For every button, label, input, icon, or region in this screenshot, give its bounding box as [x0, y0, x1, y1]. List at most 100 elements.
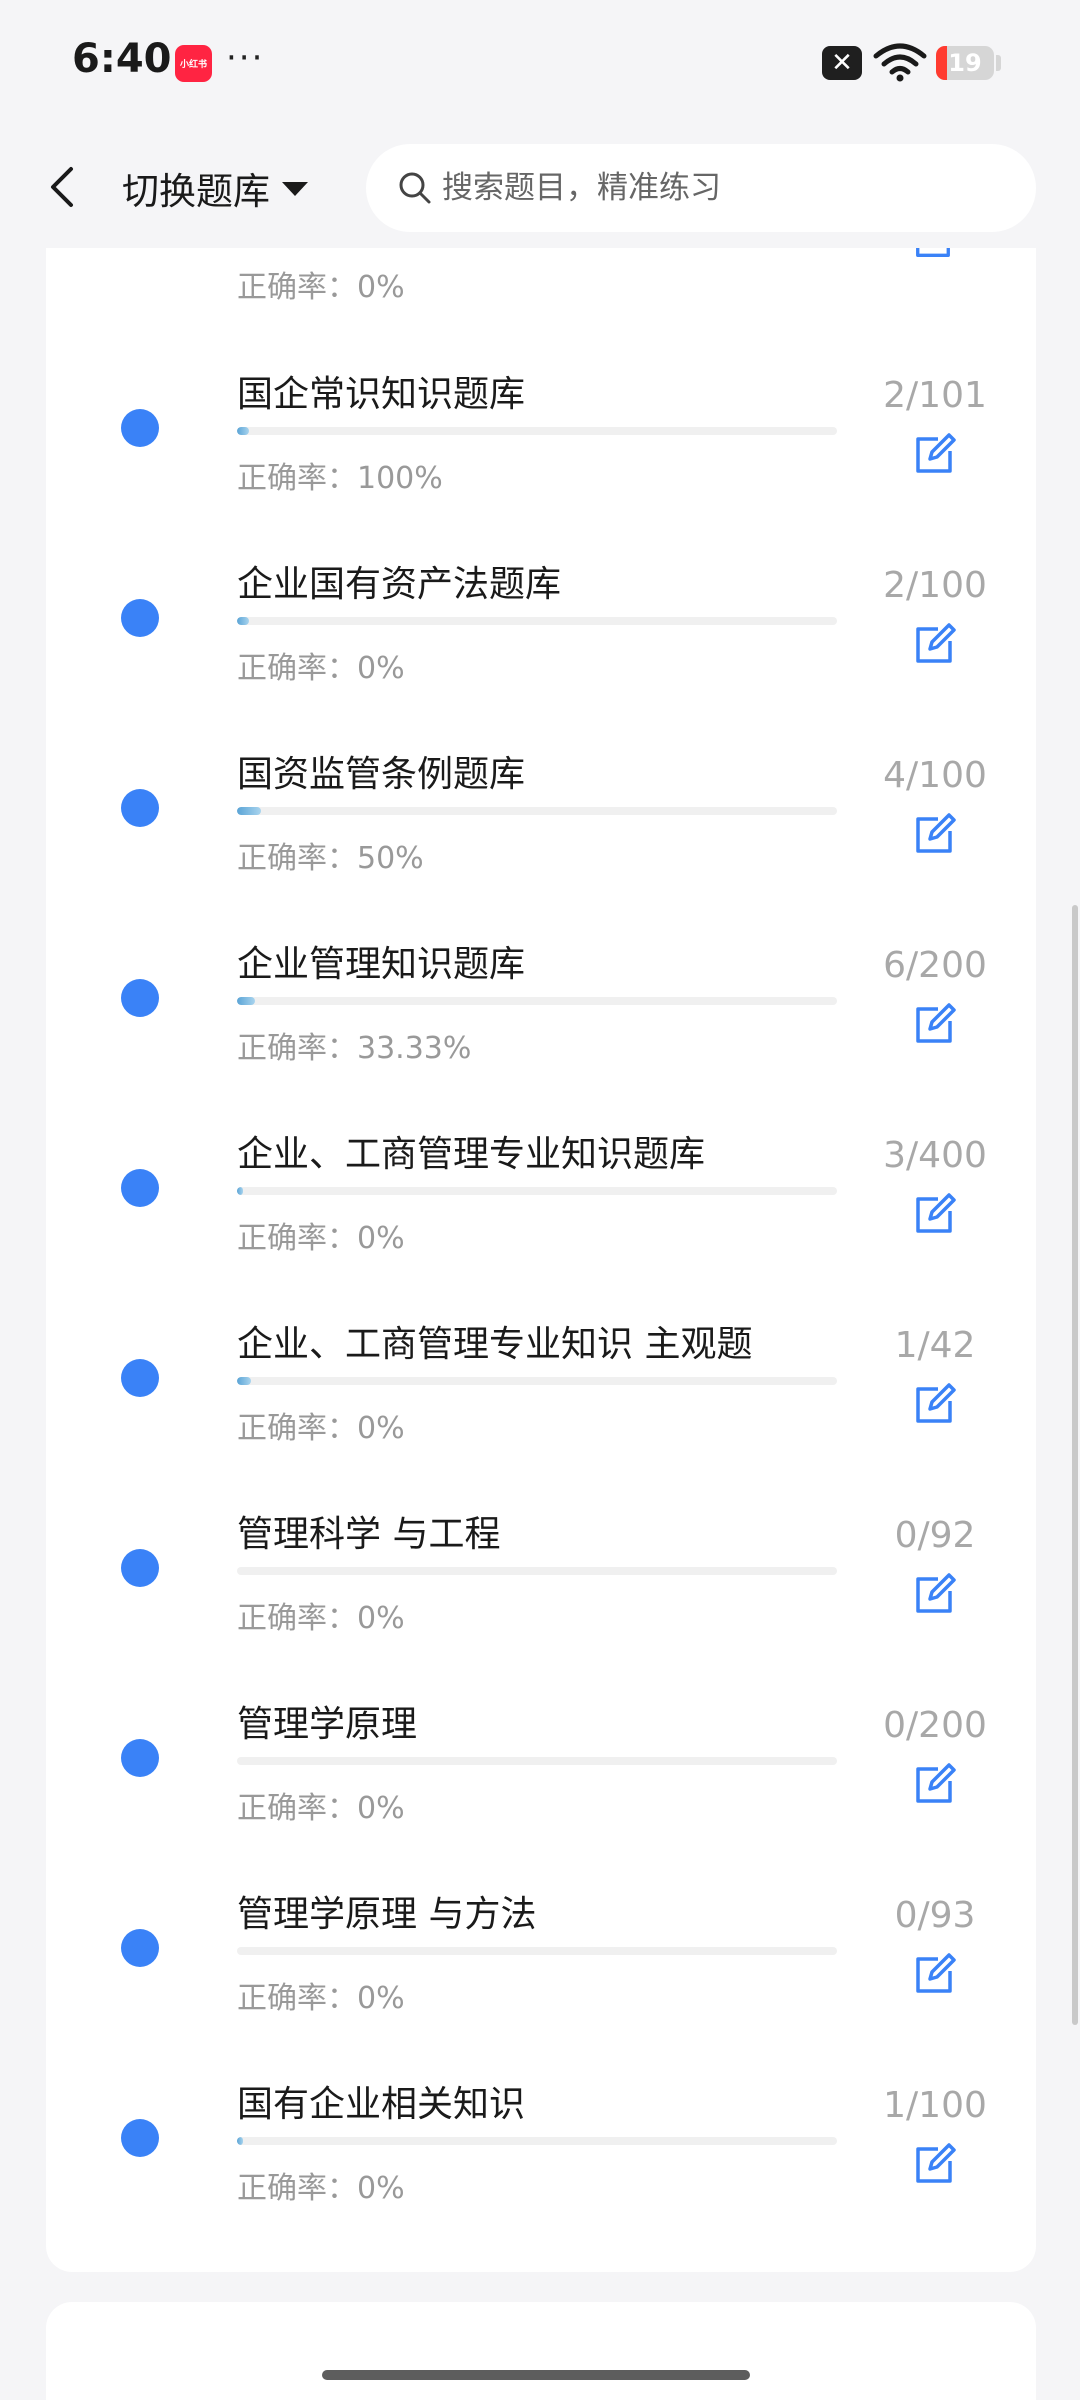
- bank-title: 管理科学 与工程: [237, 1514, 501, 1555]
- edit-icon[interactable]: [912, 2143, 956, 2187]
- question-bank-item[interactable]: 企业、工商管理专业知识题库正确率：0% 3/400: [0, 1125, 1080, 1315]
- switch-bank-dropdown[interactable]: 切换题库: [122, 158, 308, 218]
- bank-title: 管理学原理: [237, 1704, 418, 1745]
- edit-icon[interactable]: [912, 1573, 956, 1617]
- bank-title: 企业、工商管理专业知识题库: [237, 1134, 706, 1175]
- screen: 6:40 小红书 ··· ✕ 19 切换题库 搜索题目，精准练习 正确率：0% …: [0, 0, 1080, 2400]
- progress-track: [237, 427, 837, 435]
- bank-title: 企业、工商管理专业知识 主观题: [237, 1324, 753, 1365]
- battery-cap: [996, 55, 1001, 71]
- edit-icon[interactable]: [912, 1953, 956, 1997]
- question-bank-item[interactable]: 企业、工商管理专业知识 主观题正确率：0% 1/42: [0, 1315, 1080, 1505]
- progress-count: 3/400: [883, 1135, 987, 1176]
- question-bank-item[interactable]: 企业国有资产法题库正确率：0% 2/100: [0, 555, 1080, 745]
- search-input[interactable]: [440, 169, 1004, 207]
- edit-icon[interactable]: [912, 433, 956, 477]
- status-dot: [121, 1739, 159, 1777]
- question-bank-item[interactable]: 国资监管条例题库正确率：50% 4/100: [0, 745, 1080, 935]
- status-dot: [121, 1549, 159, 1587]
- progress-count: 2/101: [883, 375, 987, 416]
- xiaohongshu-app-icon: 小红书: [175, 45, 212, 82]
- question-bank-item[interactable]: 管理学原理正确率：0% 0/200: [0, 1695, 1080, 1885]
- switch-bank-label: 切换题库: [122, 170, 270, 213]
- close-icon: ✕: [822, 46, 862, 80]
- progress-track: [237, 1377, 837, 1385]
- progress-count: 0/93: [894, 1895, 976, 1936]
- home-indicator[interactable]: [322, 2370, 750, 2380]
- question-bank-item[interactable]: 国企常识知识题库正确率：100% 2/101: [0, 365, 1080, 555]
- chevron-left-icon: [51, 167, 73, 207]
- status-dot: [121, 1169, 159, 1207]
- edit-icon[interactable]: [912, 623, 956, 667]
- status-dot: [121, 789, 159, 827]
- progress-track: [237, 617, 837, 625]
- progress-bar: [237, 807, 261, 815]
- progress-track: [237, 997, 837, 1005]
- status-time: 6:40: [72, 36, 172, 82]
- progress-track: [237, 1567, 837, 1575]
- header: 切换题库: [0, 130, 1080, 248]
- accuracy-text: 正确率：0%: [237, 1791, 405, 1826]
- progress-count: 0/92: [894, 1515, 976, 1556]
- next-card: [46, 2302, 1036, 2400]
- progress-count: 2/100: [883, 565, 987, 606]
- progress-track: [237, 1757, 837, 1765]
- accuracy-text: 正确率：100%: [237, 461, 443, 496]
- wifi-icon: [873, 43, 927, 82]
- bank-title: 国资监管条例题库: [237, 754, 526, 795]
- bank-title: 管理学原理 与方法: [237, 1894, 537, 1935]
- progress-track: [237, 1947, 837, 1955]
- scrollbar[interactable]: [1072, 905, 1078, 2025]
- status-bar: 6:40 小红书 ··· ✕ 19: [0, 0, 1080, 130]
- progress-count: 6/200: [883, 945, 987, 986]
- question-bank-item[interactable]: 国有企业相关知识正确率：0% 1/100: [0, 2075, 1080, 2265]
- status-dot: [121, 979, 159, 1017]
- status-dot: [121, 1929, 159, 1967]
- search-icon: [399, 172, 431, 204]
- bank-title: 国有企业相关知识: [237, 2084, 526, 2125]
- edit-icon[interactable]: [912, 1003, 956, 1047]
- bank-title: 企业管理知识题库: [237, 944, 526, 985]
- accuracy-text: 正确率：0%: [237, 1981, 405, 2016]
- accuracy-text: 正确率：0%: [237, 1601, 405, 1636]
- progress-bar: [237, 2137, 243, 2145]
- battery-icon: 19: [936, 46, 994, 80]
- accuracy-text: 正确率：50%: [237, 841, 424, 876]
- status-dot: [121, 409, 159, 447]
- progress-bar: [237, 997, 255, 1005]
- partial-accuracy-text: 正确率：0%: [237, 270, 405, 305]
- accuracy-text: 正确率：0%: [237, 651, 405, 686]
- progress-count: 0/200: [883, 1705, 987, 1746]
- progress-bar: [237, 1377, 251, 1385]
- edit-icon[interactable]: [912, 1193, 956, 1237]
- battery-level: 19: [948, 49, 982, 77]
- status-dot: [121, 2119, 159, 2157]
- accuracy-text: 正确率：33.33%: [237, 1031, 472, 1066]
- question-bank-item[interactable]: 企业管理知识题库正确率：33.33% 6/200: [0, 935, 1080, 1125]
- question-bank-item[interactable]: 管理科学 与工程正确率：0% 0/92: [0, 1505, 1080, 1695]
- progress-bar: [237, 1187, 243, 1195]
- search-box[interactable]: [366, 144, 1036, 232]
- edit-icon[interactable]: [912, 813, 956, 857]
- edit-icon[interactable]: [912, 1383, 956, 1427]
- progress-track: [237, 2137, 837, 2145]
- progress-count: 1/42: [894, 1325, 976, 1366]
- progress-bar: [237, 427, 249, 435]
- caret-down-icon: [282, 182, 308, 196]
- status-dot: [121, 599, 159, 637]
- accuracy-text: 正确率：0%: [237, 1221, 405, 1256]
- bank-title: 企业国有资产法题库: [237, 564, 562, 605]
- bank-title: 国企常识知识题库: [237, 374, 526, 415]
- progress-track: [237, 807, 837, 815]
- progress-count: 1/100: [883, 2085, 987, 2126]
- edit-icon[interactable]: [912, 1763, 956, 1807]
- more-notifications-icon: ···: [226, 38, 265, 78]
- progress-count: 4/100: [883, 755, 987, 796]
- progress-bar: [237, 617, 249, 625]
- status-dot: [121, 1359, 159, 1397]
- question-bank-item[interactable]: 管理学原理 与方法正确率：0% 0/93: [0, 1885, 1080, 2075]
- back-button[interactable]: [38, 157, 86, 217]
- accuracy-text: 正确率：0%: [237, 2171, 405, 2206]
- accuracy-text: 正确率：0%: [237, 1411, 405, 1446]
- progress-track: [237, 1187, 837, 1195]
